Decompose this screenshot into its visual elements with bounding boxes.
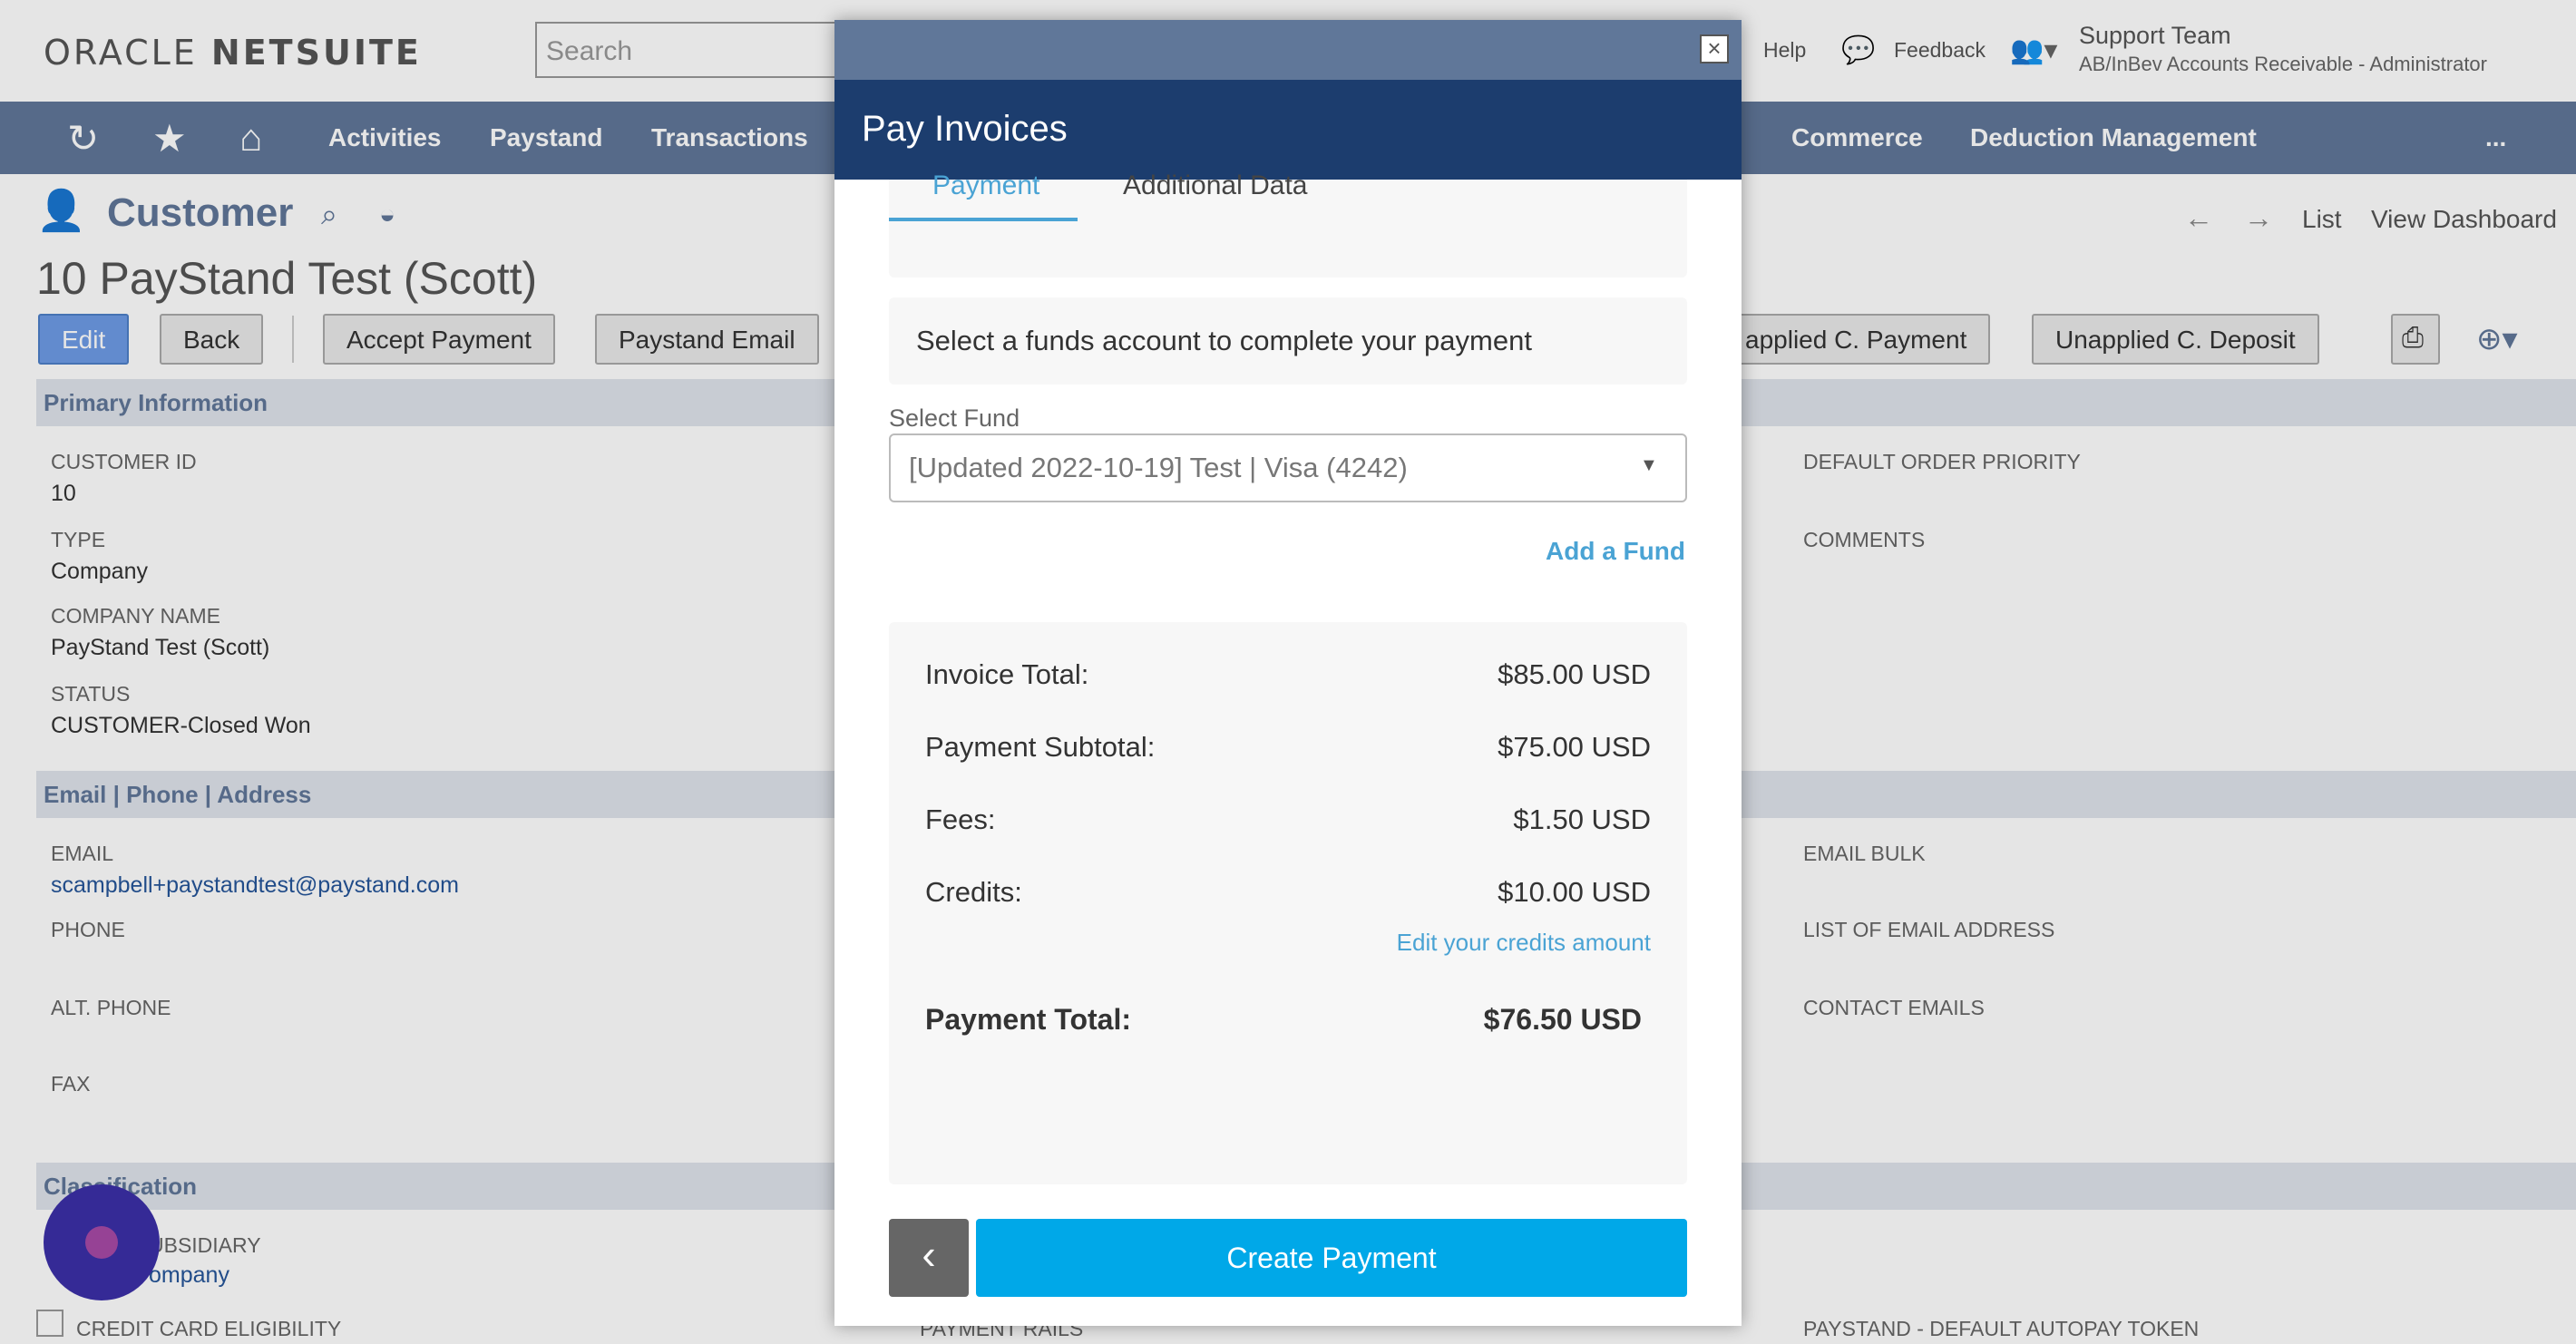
select-fund-dropdown[interactable]: [Updated 2022-10-19] Test | Visa (4242) … bbox=[889, 433, 1687, 502]
payment-summary: Invoice Total: $85.00 USD Payment Subtot… bbox=[889, 622, 1687, 1184]
chevron-down-icon: ▼ bbox=[1640, 455, 1658, 475]
instruction-box: Select a funds account to complete your … bbox=[889, 297, 1687, 385]
payment-subtotal-value: $75.00 USD bbox=[1498, 731, 1651, 763]
payment-subtotal-label: Payment Subtotal: bbox=[925, 731, 1156, 763]
invoice-total-value: $85.00 USD bbox=[1498, 658, 1651, 690]
tab-additional-data[interactable]: Additional Data bbox=[1123, 170, 1307, 201]
add-fund-link[interactable]: Add a Fund bbox=[1546, 537, 1685, 566]
modal-drag-bar[interactable]: × bbox=[834, 20, 1742, 80]
credits-label: Credits: bbox=[925, 876, 1022, 908]
payment-total-label: Payment Total: bbox=[925, 1003, 1131, 1036]
fees-label: Fees: bbox=[925, 803, 996, 835]
create-payment-button[interactable]: Create Payment bbox=[976, 1219, 1687, 1297]
fees-value: $1.50 USD bbox=[1513, 803, 1651, 835]
tab-payment[interactable]: Payment bbox=[932, 170, 1039, 201]
modal-title-bar: Pay Invoices bbox=[834, 80, 1742, 180]
payment-total-value: $76.50 USD bbox=[1483, 1003, 1642, 1036]
modal-tabs: Payment Additional Data bbox=[889, 170, 1687, 278]
selected-fund-value: [Updated 2022-10-19] Test | Visa (4242) bbox=[909, 452, 1408, 483]
active-tab-underline bbox=[889, 218, 1078, 221]
modal-title: Pay Invoices bbox=[862, 109, 1068, 149]
instruction-text: Select a funds account to complete your … bbox=[916, 325, 1532, 356]
edit-credits-link[interactable]: Edit your credits amount bbox=[1397, 929, 1651, 957]
back-chevron-button[interactable]: ‹ bbox=[889, 1219, 969, 1297]
select-fund-label: Select Fund bbox=[889, 404, 1020, 432]
close-icon[interactable]: × bbox=[1700, 34, 1729, 63]
pay-invoices-modal: × Pay Invoices Payment Additional Data S… bbox=[834, 20, 1742, 1326]
credits-value: $10.00 USD bbox=[1498, 876, 1651, 908]
invoice-total-label: Invoice Total: bbox=[925, 658, 1089, 690]
